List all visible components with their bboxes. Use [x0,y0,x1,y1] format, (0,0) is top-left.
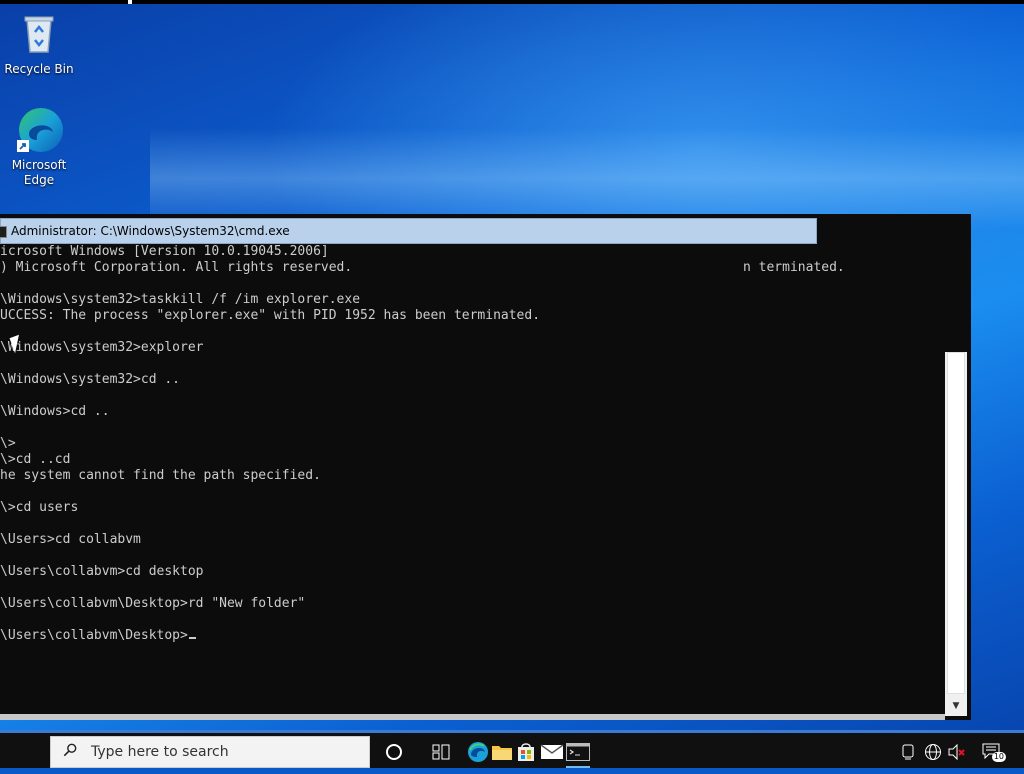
cmd-icon [0,226,7,238]
console-line: UCCESS: The process "explorer.exe" with … [0,308,541,323]
volume-muted-icon[interactable] [946,736,968,768]
console-line: he system cannot find the path specified… [0,468,321,483]
console-line: icrosoft Windows [Version 10.0.19045.200… [0,244,329,259]
desktop-icon-edge[interactable]: Microsoft Edge [1,106,77,188]
cortana-icon[interactable] [378,736,410,768]
console-line: \Windows>cd .. [0,404,110,419]
scrollbar-thumb[interactable] [947,352,965,694]
desktop-icon-label: Microsoft Edge [11,158,67,187]
console-output[interactable]: icrosoft Windows [Version 10.0.19045.200… [0,244,940,714]
desktop-icon-recycle-bin[interactable]: Recycle Bin [1,10,77,77]
notification-count-badge: 10 [991,752,1006,762]
console-scrollbar[interactable]: ▼ [945,352,967,716]
taskbar: Type here to search 10 [0,730,1024,768]
console-line: \Users\collabvm>cd desktop [0,564,204,579]
text-cursor [188,637,196,639]
start-button[interactable] [0,733,48,768]
cmd-window[interactable]: Administrator: C:\Windows\System32\cmd.e… [0,214,971,720]
top-edge-mark [128,0,132,4]
search-icon [63,743,77,757]
cmd-bottom-border [0,714,945,720]
network-icon[interactable] [922,736,944,768]
console-line: \Users>cd collabvm [0,532,141,547]
console-line: \Windows\system32>taskkill /f /im explor… [0,292,361,307]
action-center-icon[interactable]: 10 [978,736,1006,768]
console-line: \Windows\system32>explorer [0,340,204,355]
top-edge-bar [0,0,1024,4]
cmd-taskbar-icon[interactable] [562,736,594,768]
console-line: \>cd ..cd [0,452,71,467]
edge-icon [15,106,63,154]
console-line: \Users\collabvm\Desktop>rd "New folder" [0,596,306,611]
console-line: \Users\collabvm\Desktop> [0,628,940,644]
console-line: \> [0,436,16,451]
search-box[interactable]: Type here to search [50,736,370,768]
console-line: \Windows\system32>cd .. [0,372,181,387]
console-line: \>cd users [0,500,79,515]
task-view-icon[interactable] [425,736,457,768]
scroll-down-arrow-icon[interactable]: ▼ [947,698,965,714]
people-icon[interactable] [898,736,918,768]
cmd-title-text: Administrator: C:\Windows\System32\cmd.e… [11,224,290,238]
search-placeholder: Type here to search [91,744,229,760]
console-line: ) Microsoft Corporation. All rights rese… [0,260,353,275]
desktop-icon-label: Recycle Bin [4,62,74,76]
recycle-bin-icon [15,10,63,58]
cmd-title-bar[interactable]: Administrator: C:\Windows\System32\cmd.e… [0,218,817,244]
